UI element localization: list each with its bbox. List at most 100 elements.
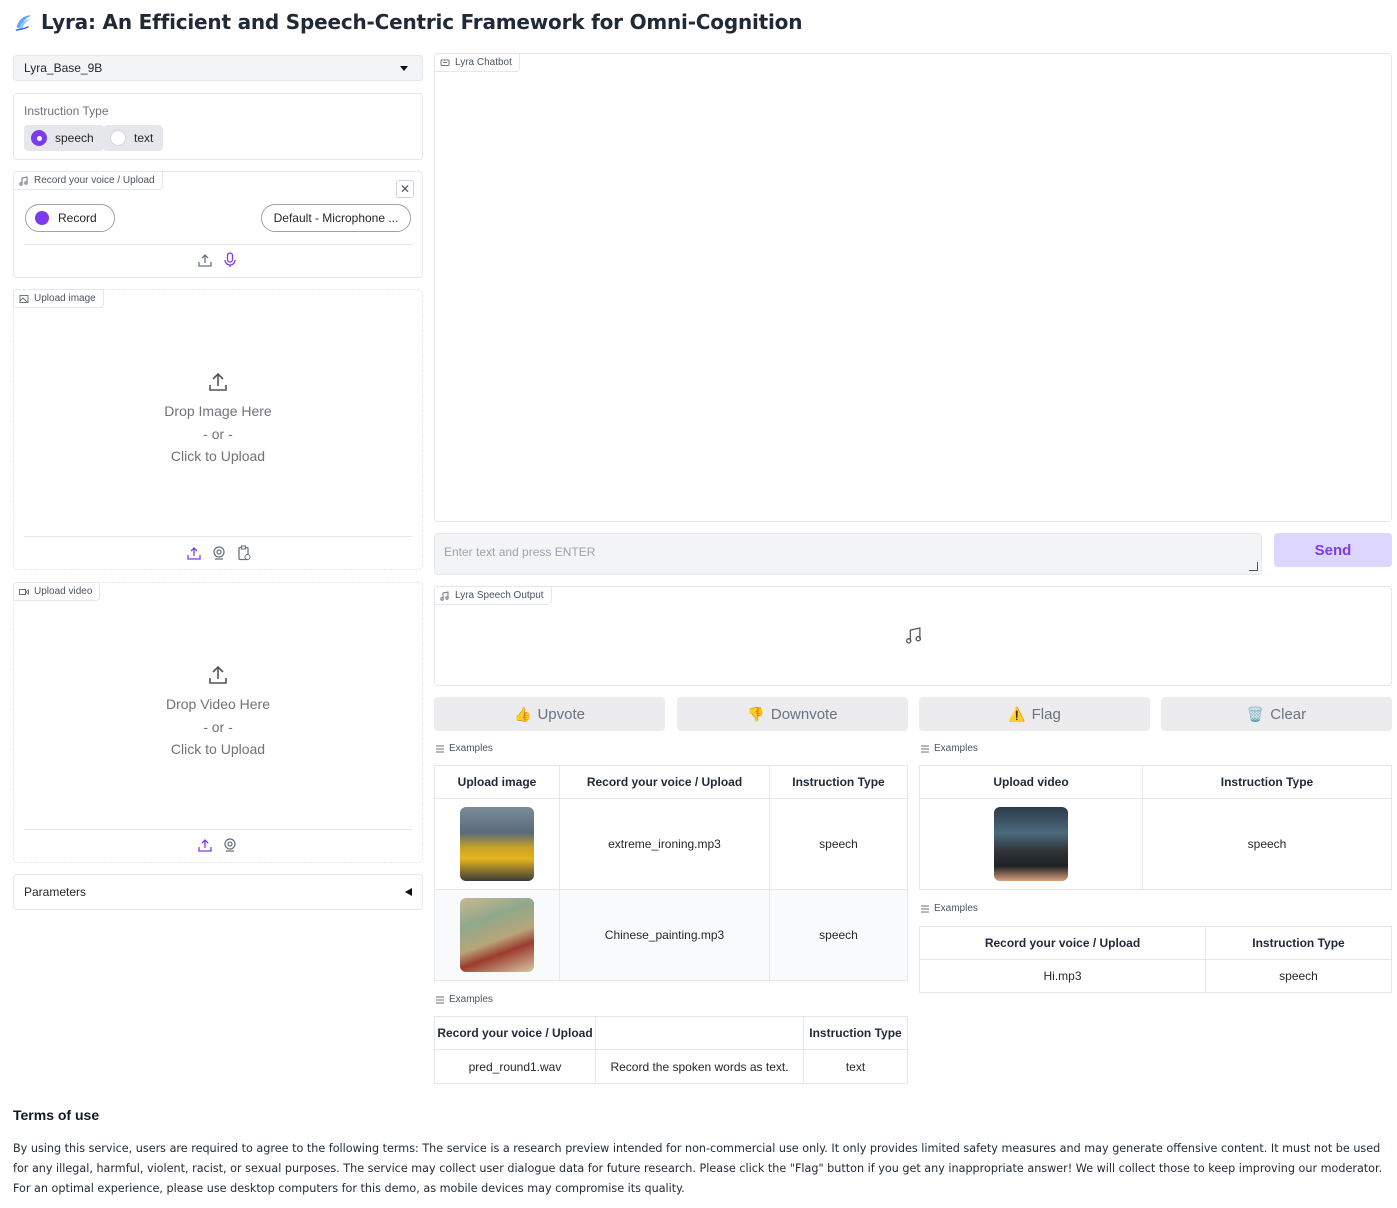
column-header: Instruction Type [803, 1016, 908, 1050]
clipboard-icon[interactable] [236, 545, 252, 561]
terms-body: By using this service, users are require… [13, 1142, 1383, 1195]
terms-heading: Terms of use [13, 1107, 100, 1123]
send-button[interactable]: Send [1274, 533, 1392, 567]
webcam-icon[interactable] [211, 545, 227, 561]
examples-label-text: Examples [934, 743, 978, 754]
list-icon [436, 745, 444, 752]
table-row[interactable]: Chinese_painting.mp3 speech [434, 889, 908, 981]
clear-label: Clear [1270, 705, 1307, 723]
video-upload-tag-label: Upload video [34, 586, 93, 597]
upvote-button[interactable]: 👍 Upvote [434, 697, 665, 731]
voice-input-tag-label: Record your voice / Upload [34, 175, 155, 186]
thumbs-down-icon: 👎 [747, 705, 765, 722]
column-header: Record your voice / Upload [919, 926, 1206, 960]
flag-button[interactable]: ⚠️ Flag [919, 697, 1150, 731]
examples-label: Examples [435, 994, 493, 1005]
radio-checked-icon [31, 130, 47, 146]
radio-speech-label: speech [55, 131, 94, 145]
radio-text[interactable]: text [103, 125, 164, 151]
radio-speech[interactable]: speech [24, 125, 104, 151]
list-icon [436, 996, 444, 1003]
column-header [595, 1016, 804, 1050]
example-audio-cell: Chinese_painting.mp3 [559, 889, 770, 981]
example-image-painting [460, 898, 534, 972]
examples-label-text: Examples [449, 743, 493, 754]
instruction-type-group: Instruction Type speech text [13, 93, 423, 160]
resize-handle-icon[interactable] [1249, 562, 1258, 571]
example-image-taxi [460, 807, 534, 881]
speech-output-tag: Lyra Speech Output [434, 586, 552, 605]
table-header: Record your voice / Upload Instruction T… [919, 926, 1392, 960]
column-header: Instruction Type [1205, 926, 1392, 960]
record-button[interactable]: Record [25, 204, 115, 232]
example-audio-cell: extreme_ironing.mp3 [559, 798, 770, 890]
list-icon [921, 905, 929, 912]
upload-icon [209, 372, 227, 391]
video-upload-tag: Upload video [13, 582, 101, 601]
examples-voice-table: Record your voice / Upload Instruction T… [919, 926, 1392, 993]
table-header: Record your voice / Upload Instruction T… [434, 1016, 908, 1050]
example-image-cell [434, 889, 560, 981]
chatbot-panel: Lyra Chatbot [434, 53, 1392, 522]
chevron-down-icon [400, 65, 408, 71]
model-select[interactable]: Lyra_Base_9B [13, 55, 423, 81]
webcam-icon[interactable] [222, 837, 238, 853]
music-note-icon [19, 175, 28, 186]
examples-text-table: Record your voice / Upload Instruction T… [434, 1016, 908, 1084]
image-upload-panel[interactable]: Upload image Drop Image Here - or - Clic… [13, 289, 423, 570]
examples-label: Examples [435, 743, 493, 754]
downvote-button[interactable]: 👎 Downvote [677, 697, 908, 731]
column-header: Instruction Type [1142, 765, 1392, 799]
record-button-label: Record [58, 211, 97, 225]
table-row[interactable]: extreme_ironing.mp3 speech [434, 798, 908, 890]
example-type-cell: speech [1205, 959, 1392, 993]
radio-unchecked-icon [110, 130, 126, 146]
column-header: Record your voice / Upload [559, 765, 770, 799]
example-audio-cell: Hi.mp3 [919, 959, 1206, 993]
upload-icon[interactable] [186, 545, 202, 561]
image-icon [19, 294, 29, 303]
chat-icon [440, 59, 450, 66]
microphone-icon[interactable] [222, 252, 238, 268]
example-type-cell: speech [769, 889, 908, 981]
divider [24, 244, 412, 245]
record-dot-icon [35, 211, 49, 225]
clear-button[interactable]: 🗑️ Clear [1161, 697, 1392, 731]
microphone-select[interactable]: Default - Microphone ... [261, 204, 411, 232]
example-image-cell [434, 798, 560, 890]
examples-label-text: Examples [934, 903, 978, 914]
upload-icon[interactable] [197, 837, 213, 853]
close-icon[interactable]: ✕ [396, 180, 414, 198]
parameters-accordion[interactable]: Parameters [13, 874, 423, 910]
voice-input-panel: Record your voice / Upload ✕ Record Defa… [13, 171, 423, 278]
lyra-logo-icon [15, 15, 32, 31]
video-click-text: Click to Upload [170, 741, 266, 757]
examples-label-text: Examples [449, 994, 493, 1005]
image-upload-tag-label: Upload image [34, 293, 96, 304]
collapse-arrow-icon [405, 888, 412, 896]
video-icon [19, 588, 29, 595]
video-upload-panel[interactable]: Upload video Drop Video Here - or - Clic… [13, 582, 423, 863]
upload-icon[interactable] [197, 252, 213, 268]
voice-input-tag: Record your voice / Upload [13, 171, 163, 190]
table-row[interactable]: Hi.mp3 speech [919, 959, 1392, 993]
image-source-toolbar [186, 545, 252, 561]
image-dropzone[interactable]: Drop Image Here - or - Click to Upload [14, 370, 422, 468]
table-row[interactable]: speech [919, 798, 1392, 890]
video-dropzone[interactable]: Drop Video Here - or - Click to Upload [14, 663, 422, 761]
instruction-type-label: Instruction Type [24, 104, 109, 118]
thumbs-up-icon: 👍 [514, 705, 532, 722]
music-note-icon [905, 627, 922, 644]
parameters-label: Parameters [24, 885, 87, 899]
upvote-label: Upvote [537, 705, 585, 723]
example-text-cell: Record the spoken words as text. [595, 1049, 804, 1084]
examples-label: Examples [920, 903, 978, 914]
example-audio-cell: pred_round1.wav [434, 1049, 596, 1084]
examples-video-table: Upload video Instruction Type speech [919, 765, 1392, 890]
image-drop-text: Drop Image Here [164, 403, 272, 419]
chatbot-tag: Lyra Chatbot [434, 53, 520, 72]
example-video-cell [919, 798, 1143, 890]
table-row[interactable]: pred_round1.wav Record the spoken words … [434, 1049, 908, 1084]
message-input[interactable]: Enter text and press ENTER [434, 533, 1262, 575]
warning-icon: ⚠️ [1008, 705, 1026, 722]
